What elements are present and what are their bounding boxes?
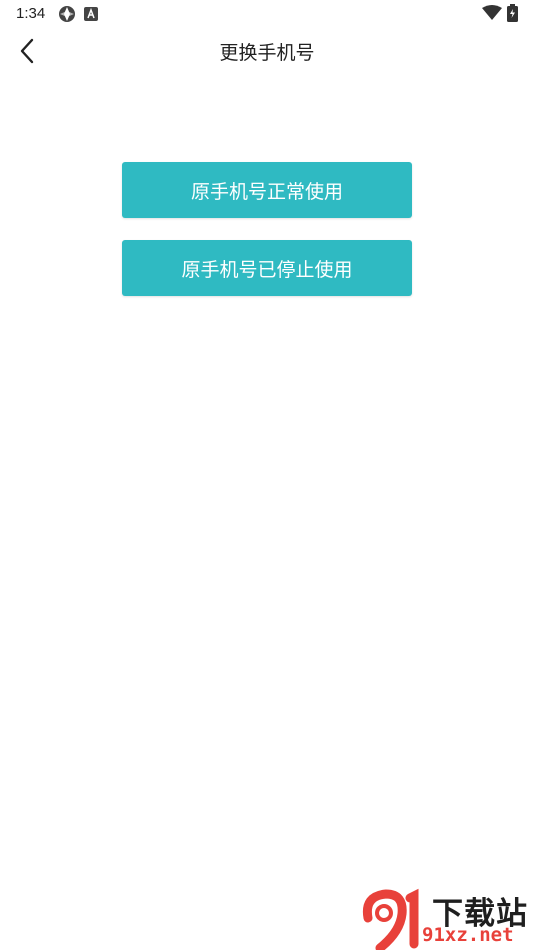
status-time: 1:34 (16, 5, 46, 22)
a-badge-icon (84, 7, 98, 21)
original-number-stopped-button[interactable]: 原手机号已停止使用 (122, 240, 412, 296)
watermark-url: 91xz.net (422, 924, 514, 946)
page-title: 更换手机号 (219, 42, 315, 64)
battery-charging-icon (507, 4, 518, 22)
app-bar: 更换手机号 (0, 28, 534, 74)
app-notification-icon (59, 6, 75, 22)
original-number-in-use-button[interactable]: 原手机号正常使用 (122, 162, 412, 218)
watermark: 下载站 91xz.net (360, 888, 534, 950)
wifi-icon (482, 5, 502, 20)
status-bar: 1:34 (0, 0, 534, 28)
watermark-logo-icon (362, 888, 419, 950)
